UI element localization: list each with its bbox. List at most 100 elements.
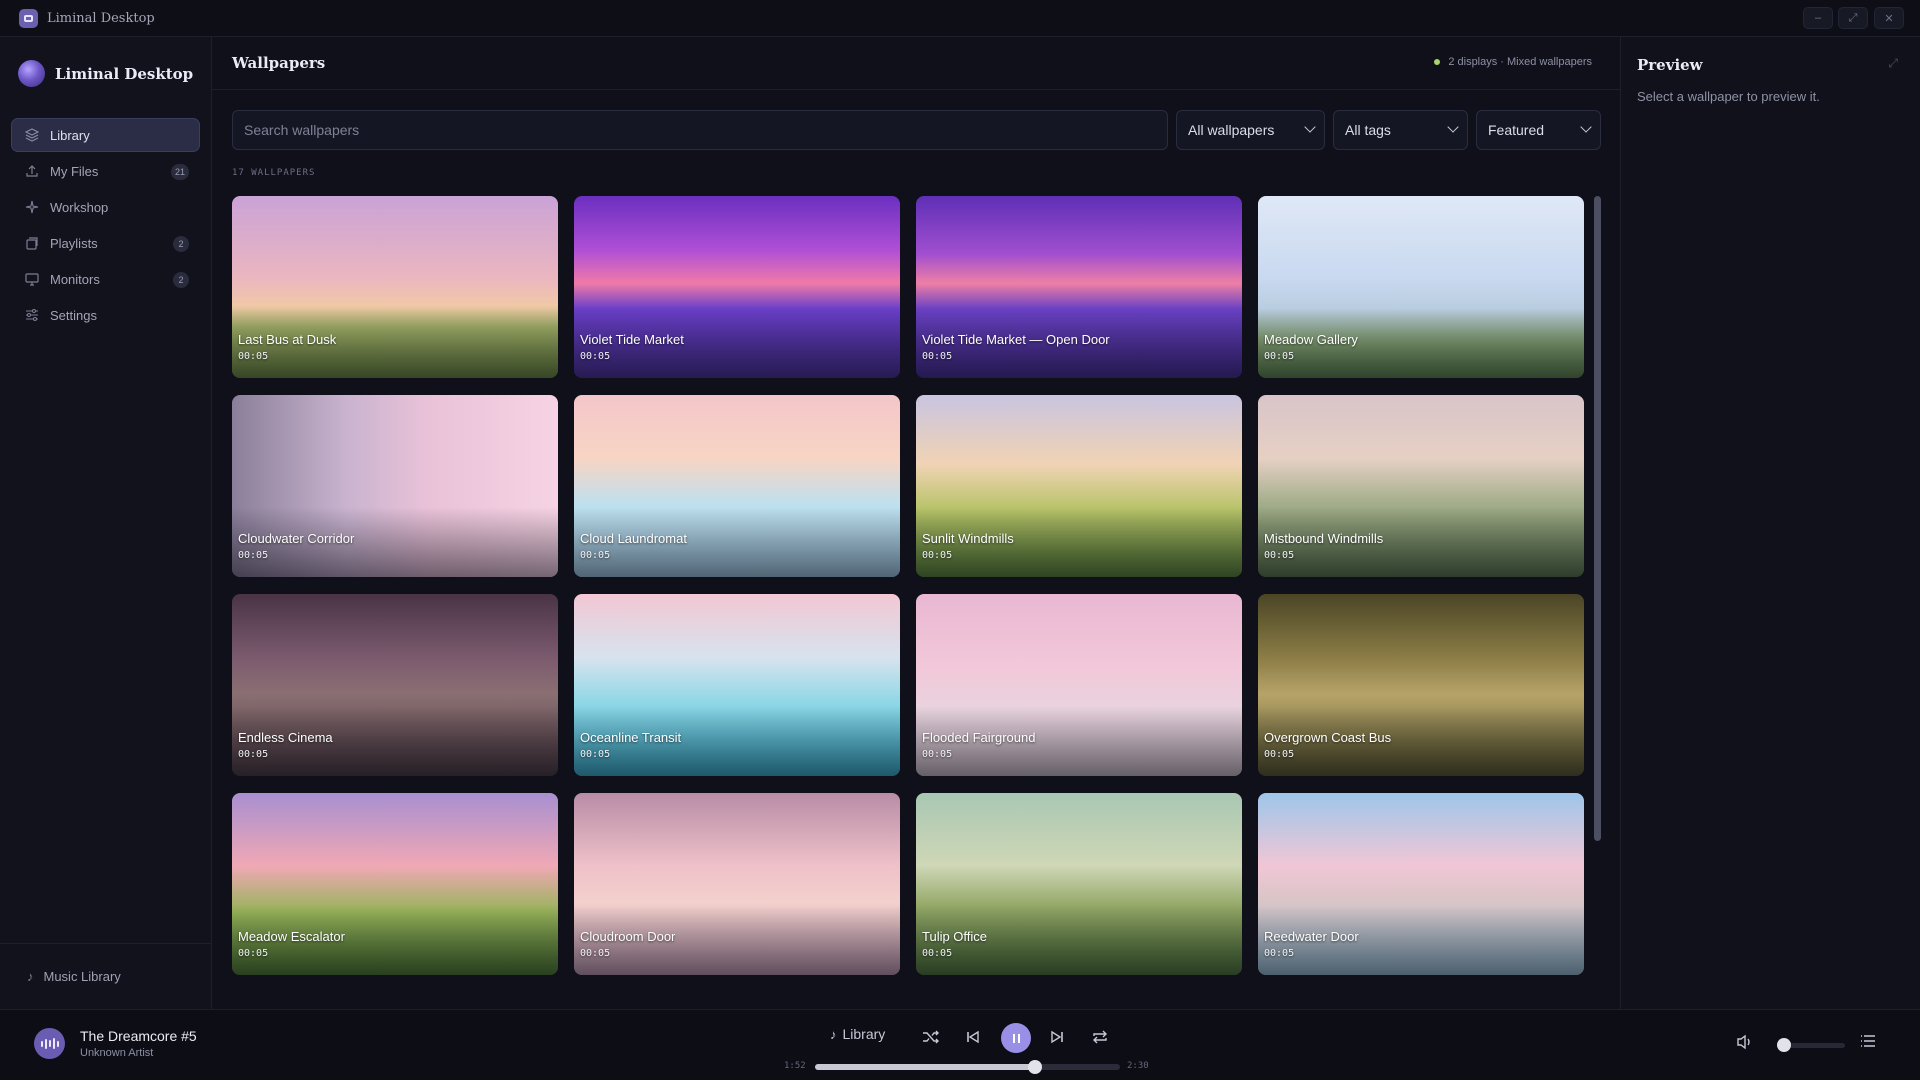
wallpaper-title: Cloudwater Corridor [238, 531, 355, 546]
wallpaper-card[interactable]: Cloudroom Door 00:05 [574, 793, 900, 975]
next-button[interactable] [1045, 1025, 1069, 1049]
wallpaper-duration: 00:05 [1264, 948, 1295, 959]
sidebar-item-settings[interactable]: Settings [11, 298, 200, 332]
wallpaper-title: Endless Cinema [238, 730, 333, 745]
wallpaper-title: Oceanline Transit [580, 730, 682, 745]
music-note-icon: ♪ [27, 969, 34, 984]
sidebar-item-playlists[interactable]: Playlists 2 [11, 226, 200, 260]
wallpaper-card[interactable]: Violet Tide Market — Open Door 00:05 [916, 196, 1242, 378]
page-title: Wallpapers [232, 54, 326, 72]
grid-scrollbar[interactable] [1594, 196, 1601, 1026]
main-header: Wallpapers 2 displays · Mixed wallpapers [212, 37, 1620, 90]
wallpaper-card[interactable]: Overgrown Coast Bus 00:05 [1258, 594, 1584, 776]
wallpaper-card[interactable]: Meadow Gallery 00:05 [1258, 196, 1584, 378]
sidebar-item-workshop[interactable]: Workshop [11, 190, 200, 224]
scrollbar-thumb[interactable] [1594, 196, 1601, 841]
sort-value: Featured [1488, 122, 1545, 138]
sidebar-badge: 2 [173, 272, 189, 288]
wallpaper-title: Mistbound Windmills [1264, 531, 1384, 546]
sidebar-nav: Library My Files 21 Workshop Playlists 2… [11, 118, 200, 334]
chevron-down-icon [1447, 121, 1459, 133]
wallpaper-card[interactable]: Reedwater Door 00:05 [1258, 793, 1584, 975]
sliders-icon [24, 307, 40, 323]
wallpaper-title: Tulip Office [922, 929, 988, 944]
volume-handle[interactable] [1777, 1038, 1792, 1052]
wallpaper-card[interactable]: Tulip Office 00:05 [916, 793, 1242, 975]
close-button[interactable]: ✕ [1874, 7, 1904, 29]
wallpaper-title: Overgrown Coast Bus [1264, 730, 1392, 745]
type-filter-value: All wallpapers [1188, 122, 1275, 138]
chevron-down-icon [1580, 121, 1592, 133]
monitor-icon [24, 271, 40, 287]
sidebar-badge: 2 [173, 236, 189, 252]
volume-slider[interactable] [1777, 1038, 1845, 1052]
sidebar-item-label: Workshop [50, 199, 109, 215]
display-status-text: 2 displays · Mixed wallpapers [1448, 56, 1592, 68]
sort-select[interactable]: Featured [1476, 110, 1601, 150]
elapsed-time: 1:52 [784, 1061, 806, 1071]
tag-filter-select[interactable]: All tags [1333, 110, 1468, 150]
pause-button[interactable] [1001, 1023, 1031, 1053]
minimize-button[interactable]: – [1803, 7, 1833, 29]
wallpaper-card[interactable]: Sunlit Windmills 00:05 [916, 395, 1242, 577]
search-input[interactable] [232, 110, 1168, 150]
wallpaper-duration: 00:05 [922, 948, 953, 959]
wallpaper-title: Flooded Fairground [922, 730, 1036, 745]
sidebar-item-label: Playlists [50, 235, 98, 251]
wallpaper-title: Cloud Laundromat [580, 531, 687, 546]
wallpaper-title: Last Bus at Dusk [238, 332, 337, 347]
repeat-icon [1093, 1030, 1107, 1044]
wallpaper-title: Reedwater Door [1264, 929, 1359, 944]
shuffle-button[interactable] [919, 1025, 943, 1049]
seek-bar[interactable] [815, 1060, 1120, 1074]
wallpaper-card[interactable]: Meadow Escalator 00:05 [232, 793, 558, 975]
wallpaper-card[interactable]: Endless Cinema 00:05 [232, 594, 558, 776]
wallpaper-duration: 00:05 [922, 550, 953, 561]
player-source-label: Library [842, 1026, 886, 1042]
music-library-link[interactable]: ♪ Music Library [0, 943, 211, 1009]
preview-title: Preview [1637, 56, 1703, 74]
status-dot-icon [1434, 59, 1441, 65]
volume-icon[interactable] [1736, 1034, 1754, 1055]
list-icon [1861, 1035, 1875, 1047]
wallpaper-card[interactable]: Cloud Laundromat 00:05 [574, 395, 900, 577]
wallpaper-card[interactable]: Violet Tide Market 00:05 [574, 196, 900, 378]
sidebar-item-monitors[interactable]: Monitors 2 [11, 262, 200, 296]
layers-icon [24, 127, 40, 143]
expand-icon[interactable]: ⤢ [1888, 56, 1898, 71]
repeat-button[interactable] [1088, 1025, 1112, 1049]
wallpaper-duration: 00:05 [1264, 550, 1295, 561]
music-player: The Dreamcore #5 Unknown Artist ♪ Librar… [0, 1009, 1920, 1080]
tag-filter-value: All tags [1345, 122, 1391, 138]
shuffle-icon [923, 1030, 939, 1044]
now-playing-art-icon [34, 1028, 65, 1059]
queue-button[interactable] [1860, 1034, 1876, 1053]
player-source-button[interactable]: ♪ Library [830, 1026, 885, 1042]
previous-button[interactable] [961, 1025, 985, 1049]
wallpaper-duration: 00:05 [580, 948, 611, 959]
type-filter-select[interactable]: All wallpapers [1176, 110, 1325, 150]
filter-bar: All wallpapers All tags Featured [232, 110, 1601, 150]
app-icon [19, 8, 38, 28]
wallpaper-card[interactable]: Flooded Fairground 00:05 [916, 594, 1242, 776]
music-library-label: Music Library [43, 969, 121, 984]
wallpaper-card[interactable]: Oceanline Transit 00:05 [574, 594, 900, 776]
wallpaper-count: 17 WALLPAPERS [232, 168, 316, 178]
sidebar-item-my-files[interactable]: My Files 21 [11, 154, 200, 188]
brand: Liminal Desktop [18, 60, 193, 87]
sidebar-item-label: Library [50, 127, 90, 143]
wallpaper-duration: 00:05 [922, 749, 953, 760]
wallpaper-title: Violet Tide Market — Open Door [922, 332, 1110, 347]
wallpaper-card[interactable]: Cloudwater Corridor 00:05 [232, 395, 558, 577]
seek-handle[interactable] [1027, 1060, 1042, 1074]
sidebar-item-library[interactable]: Library [11, 118, 200, 152]
total-time: 2:30 [1127, 1061, 1149, 1071]
wallpaper-title: Sunlit Windmills [922, 531, 1014, 546]
wallpaper-card[interactable]: Mistbound Windmills 00:05 [1258, 395, 1584, 577]
brand-name: Liminal Desktop [55, 64, 194, 83]
wallpaper-duration: 00:05 [238, 749, 269, 760]
wallpaper-duration: 00:05 [922, 351, 953, 362]
maximize-button[interactable]: ⤢ [1838, 7, 1868, 29]
preview-panel: Preview ⤢ Select a wallpaper to preview … [1620, 37, 1920, 1009]
wallpaper-card[interactable]: Last Bus at Dusk 00:05 [232, 196, 558, 378]
